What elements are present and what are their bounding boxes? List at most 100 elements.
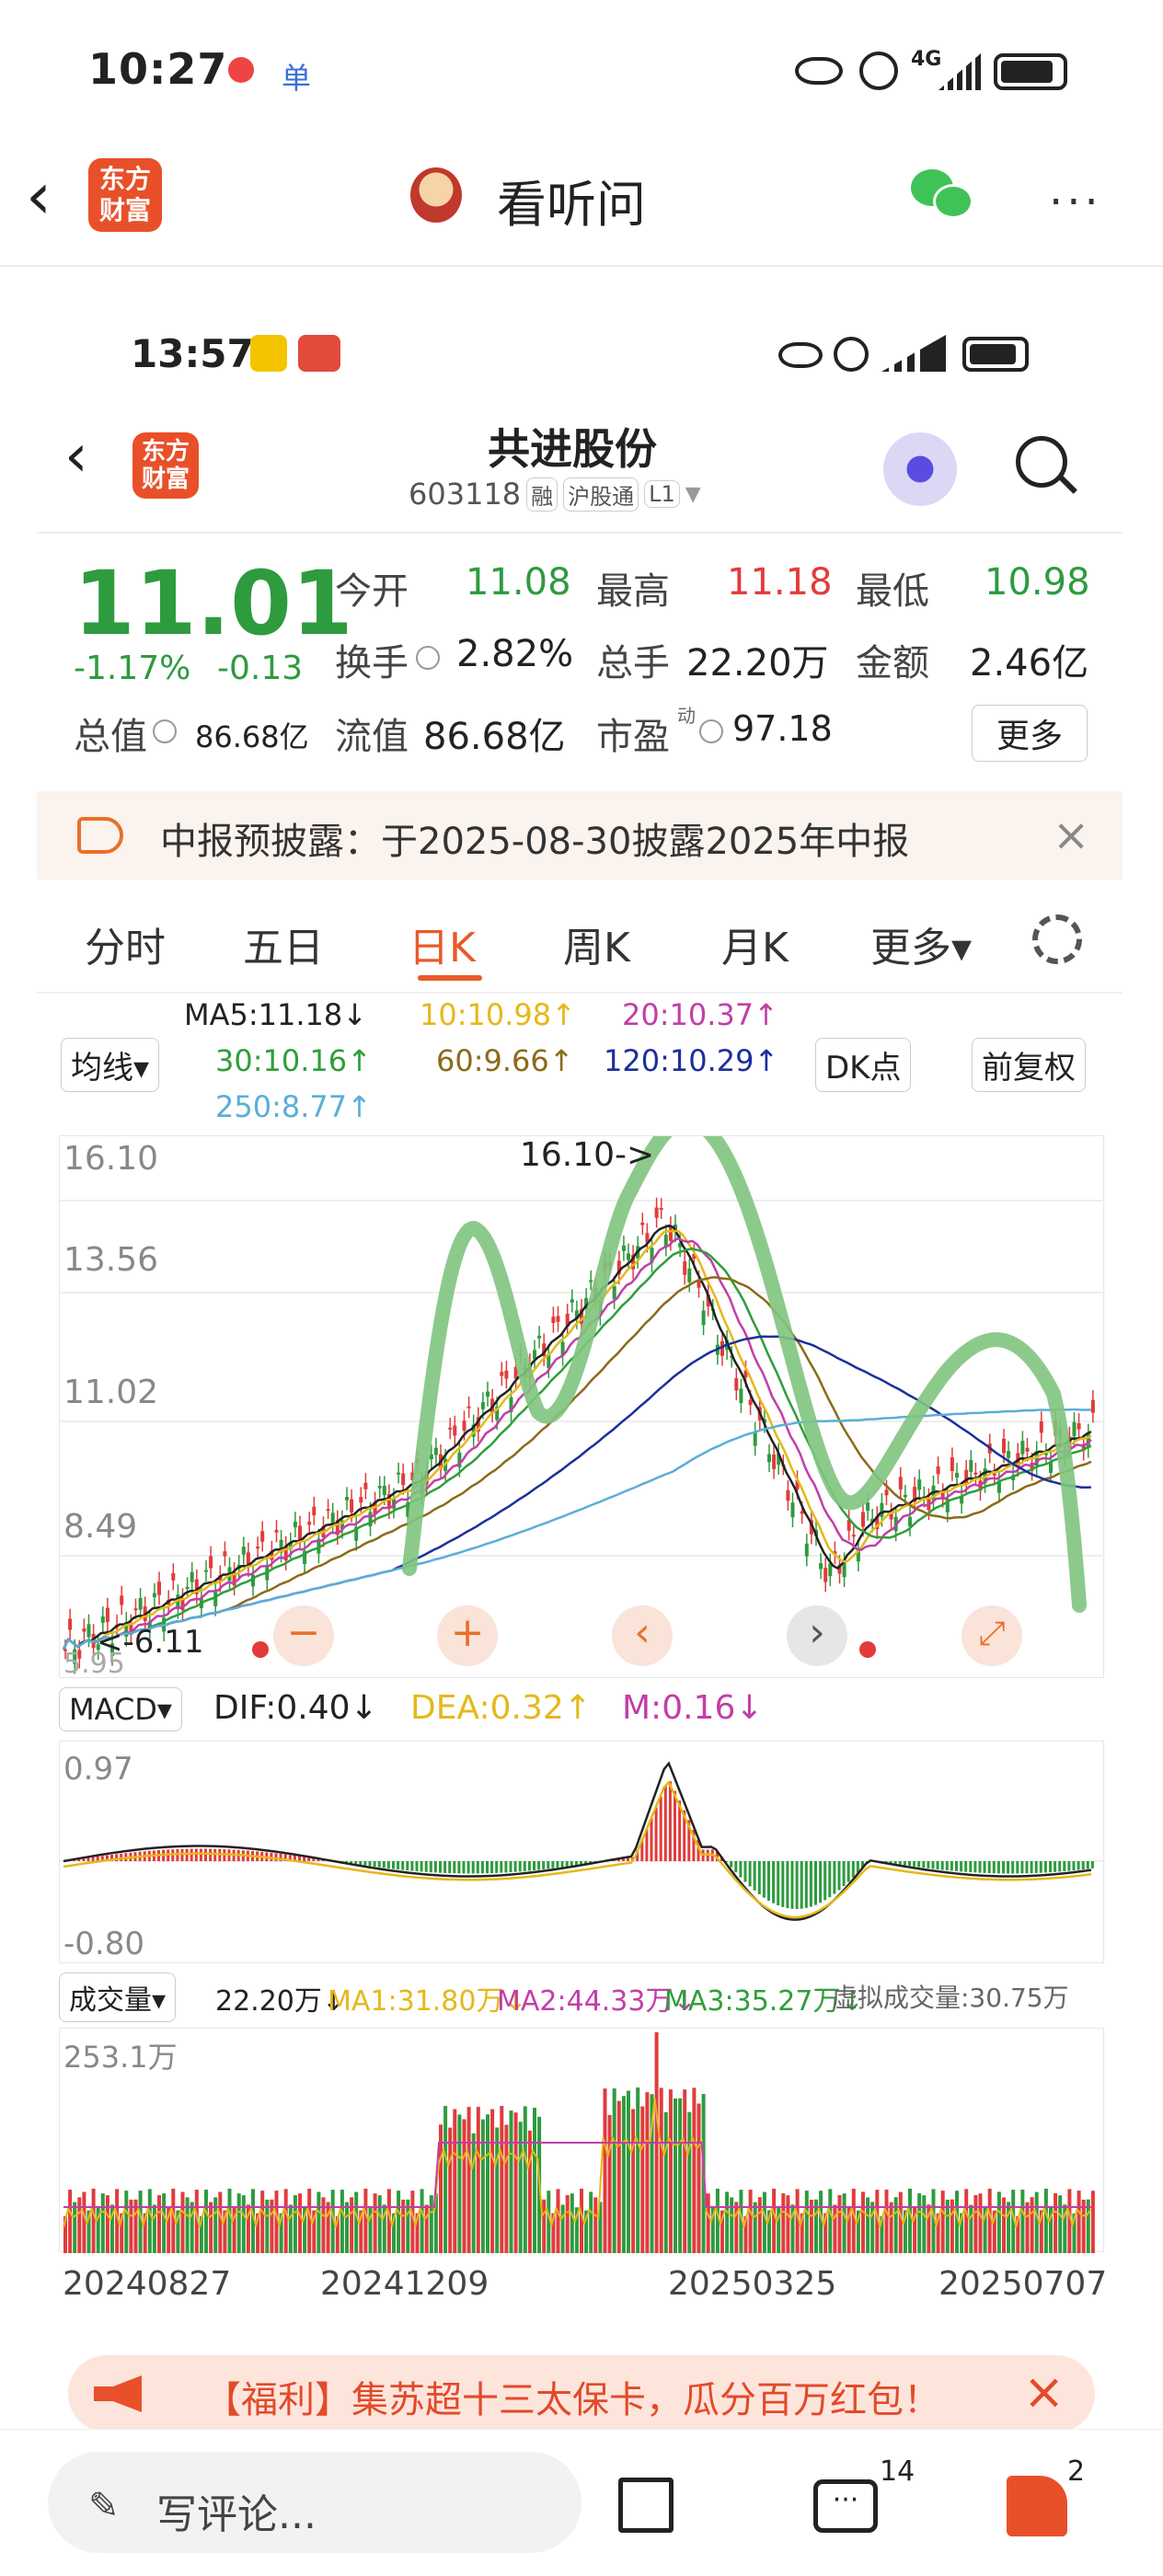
macd-bar xyxy=(448,1861,452,1874)
volume-bar xyxy=(861,2191,865,2253)
candle xyxy=(551,1317,556,1323)
comment-icon[interactable]: ··· xyxy=(813,2479,878,2533)
dk-button[interactable]: DK点 xyxy=(815,1038,912,1092)
candle xyxy=(659,1208,663,1211)
tab-more[interactable]: 更多▾ xyxy=(870,914,972,973)
volume-bar xyxy=(162,2193,167,2253)
info-icon[interactable] xyxy=(699,719,723,743)
volume-bar xyxy=(260,2191,265,2253)
macd-bar xyxy=(359,1861,363,1865)
back-icon[interactable]: ‹ xyxy=(64,427,88,486)
adjust-button[interactable]: 前复权 xyxy=(972,1038,1086,1092)
ma-line xyxy=(62,1229,1092,1650)
like-icon[interactable] xyxy=(1007,2476,1067,2536)
macd-bar xyxy=(734,1861,738,1873)
tab-fenshi[interactable]: 分时 xyxy=(85,914,166,973)
volume-bar xyxy=(180,2191,185,2253)
macd-bar xyxy=(931,1861,935,1869)
volume-bar xyxy=(509,2110,513,2253)
macd-bar xyxy=(410,1861,414,1871)
comment-input[interactable]: ✎ 写评论... xyxy=(48,2452,582,2553)
tab-active-underline xyxy=(418,975,482,981)
volume-bar xyxy=(377,2195,382,2253)
candle xyxy=(842,1562,846,1578)
macd-bar xyxy=(842,1861,846,1887)
macd-bar xyxy=(533,1861,535,1870)
macd-chart[interactable]: 0.97 -0.80 xyxy=(59,1741,1105,1963)
share-icon[interactable] xyxy=(618,2478,674,2533)
volume-bar xyxy=(448,2127,453,2253)
notice-text[interactable]: 中报预披露：于2025-08-30披露2025年中报 xyxy=(160,811,909,865)
ma-line xyxy=(62,1276,1092,1650)
macd-bar xyxy=(772,1861,776,1903)
zoom-in-button[interactable]: + xyxy=(437,1605,498,1666)
candle xyxy=(701,1310,706,1326)
tab-wuri[interactable]: 五日 xyxy=(243,914,324,973)
volume-selector[interactable]: 成交量▾ xyxy=(59,1972,177,2022)
wechat-icon[interactable] xyxy=(911,169,975,221)
macd-bar xyxy=(542,1861,546,1869)
more-icon[interactable]: ··· xyxy=(1049,177,1102,228)
max-price-marker: 16.10-> xyxy=(520,1136,655,1174)
macd-bar xyxy=(1090,1861,1094,1869)
scroll-right-button[interactable]: › xyxy=(787,1605,847,1666)
marker-dot xyxy=(252,1641,269,1658)
volume-legend: 成交量▾ 22.20万↓ MA1:31.80万↓ MA2:44.33万↓ MA3… xyxy=(59,1971,1104,2022)
robot-avatar[interactable] xyxy=(883,432,957,506)
pe-value: 97.18 xyxy=(732,708,833,749)
volume-bar xyxy=(640,2106,645,2253)
search-icon[interactable] xyxy=(1016,436,1077,497)
like-count: 2 xyxy=(1067,2455,1086,2488)
tab-zhouk[interactable]: 周K xyxy=(563,914,630,973)
gear-icon[interactable] xyxy=(1032,914,1082,964)
macd-bar xyxy=(969,1861,973,1873)
candle xyxy=(739,1388,743,1404)
macd-selector[interactable]: MACD▾ xyxy=(59,1687,182,1731)
fullscreen-button[interactable]: ⤢ xyxy=(961,1605,1022,1666)
candle xyxy=(955,1472,959,1478)
macd-bar xyxy=(415,1861,419,1871)
macd-bar xyxy=(927,1861,930,1869)
candle xyxy=(466,1406,471,1409)
promo-banner[interactable]: 【福利】集苏超十三太保卡，瓜分百万红包！ × xyxy=(68,2355,1095,2432)
macd-bar xyxy=(1072,1861,1076,1871)
macd-bar xyxy=(1025,1861,1029,1874)
candle xyxy=(330,1512,335,1524)
volume-bar xyxy=(753,2202,757,2253)
zoom-out-button[interactable]: − xyxy=(273,1605,334,1666)
back-icon[interactable]: ‹ xyxy=(26,164,52,228)
candle xyxy=(171,1572,176,1581)
app-icon xyxy=(298,335,340,372)
tab-rik[interactable]: 日K xyxy=(409,914,476,973)
candle xyxy=(1025,1447,1030,1452)
kline-chart[interactable]: 16.10 13.56 11.02 8.49 16.10-> <-6.11 5.… xyxy=(59,1135,1105,1680)
close-icon[interactable]: × xyxy=(1023,2363,1065,2421)
close-icon[interactable]: × xyxy=(1053,810,1089,861)
ma-selector[interactable]: 均线▾ xyxy=(61,1038,160,1092)
info-icon[interactable] xyxy=(416,646,440,670)
ma30-value: 30:10.16↑ xyxy=(215,1043,372,1078)
more-button[interactable]: 更多 xyxy=(972,705,1088,762)
candle xyxy=(500,1372,504,1376)
candle xyxy=(448,1427,453,1430)
candle xyxy=(350,1499,354,1512)
macd-bar xyxy=(1067,1861,1071,1871)
candle xyxy=(274,1529,279,1533)
volume-bar xyxy=(607,2114,612,2253)
volume-bar xyxy=(152,2204,156,2253)
volume-chart[interactable]: 253.1万 xyxy=(59,2028,1104,2253)
macd-bar xyxy=(1054,1861,1057,1872)
chevron-down-icon[interactable]: ▼ xyxy=(685,483,701,506)
scroll-left-button[interactable]: ‹ xyxy=(612,1605,673,1666)
macd-bar xyxy=(809,1861,812,1907)
candle xyxy=(462,1420,466,1431)
candle xyxy=(256,1547,260,1549)
macd-bar xyxy=(185,1848,189,1861)
inner-status-time: 13:57 xyxy=(131,331,254,376)
macd-bar xyxy=(814,1861,817,1905)
macd-bar xyxy=(1043,1861,1047,1873)
tab-yuek[interactable]: 月K xyxy=(721,914,789,973)
volume-bar xyxy=(762,2191,766,2253)
info-icon[interactable] xyxy=(153,719,177,743)
dea-line xyxy=(63,1780,1092,1919)
